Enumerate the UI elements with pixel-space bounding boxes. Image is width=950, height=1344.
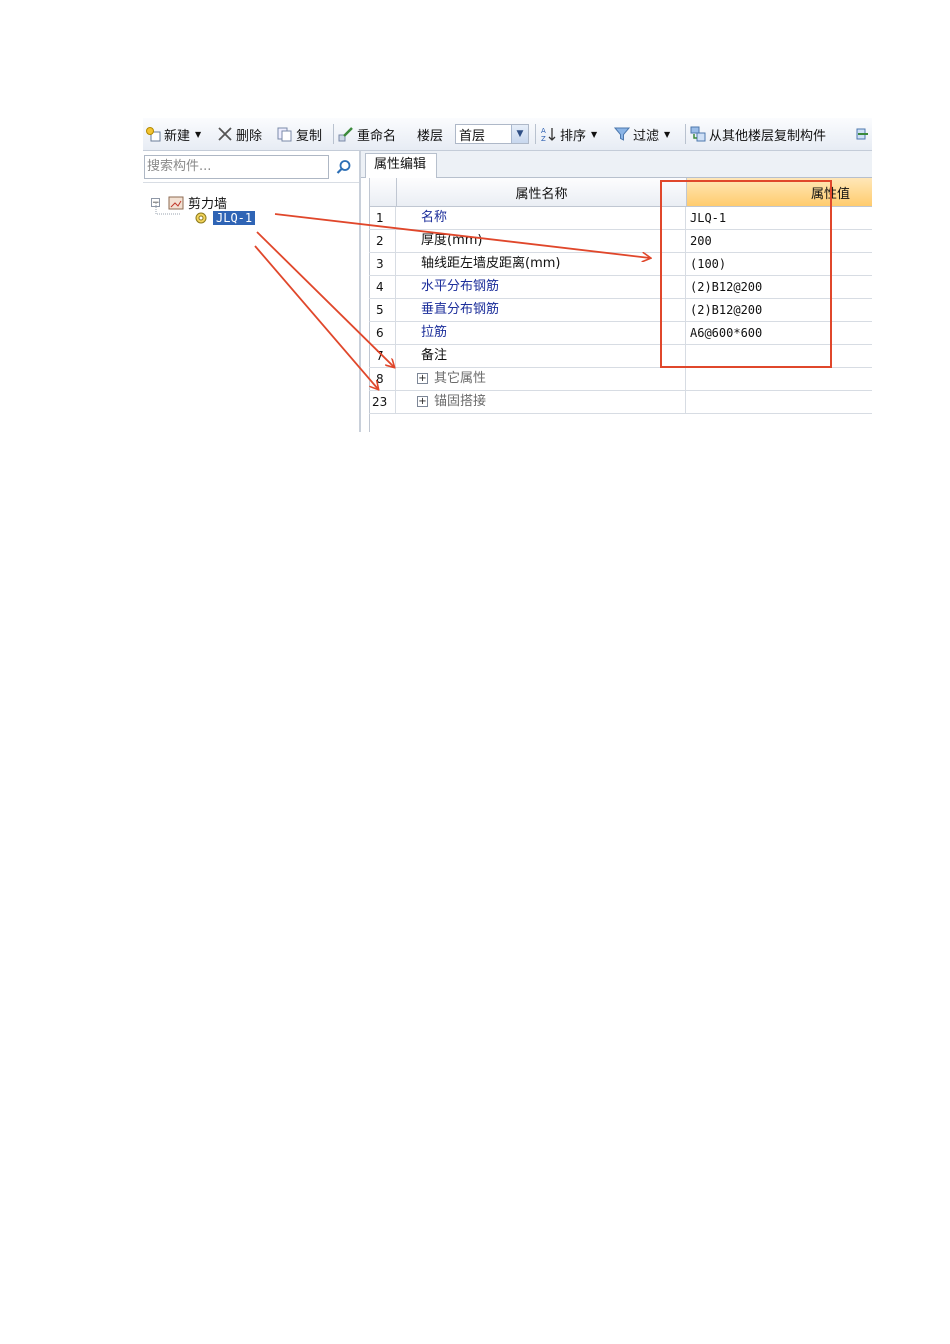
row-number: 8 [369,368,396,390]
delete-label: 删除 [236,128,263,144]
component-gear-icon [193,210,209,226]
tab-strip: 属性编辑 [361,151,872,178]
svg-text:A: A [541,127,546,135]
chevron-down-icon: ▼ [591,129,598,139]
copy-from-floor-icon [690,126,706,142]
header-property-name: 属性名称 [397,178,687,206]
chevron-down-icon: ▼ [195,129,202,139]
rename-label: 重命名 [357,128,397,144]
copy-to-floor-icon [855,126,871,142]
property-value[interactable]: A6@600*600 [687,322,872,344]
filter-button[interactable]: 过滤 ▼ [613,124,671,144]
property-value[interactable] [687,345,872,367]
copy-label: 复制 [296,128,323,144]
property-value[interactable]: JLQ-1 [687,207,872,229]
header-row-number [369,178,397,206]
row-number: 23 [369,391,396,413]
row-number: 5 [369,299,396,321]
row-number: 1 [369,207,396,229]
rename-button[interactable]: 重命名 [338,124,396,144]
toolbar: 新建 ▼ 删除 复制 重命名 楼层 首层 ▼ A Z 排序 ▼ 过滤 ▼ 从其他… [143,118,872,151]
property-group-row[interactable]: 23 + 锚固搭接 [369,391,872,414]
property-name: 名称 [397,207,686,229]
delete-button[interactable]: 删除 [217,124,262,144]
expand-icon[interactable]: + [417,373,428,384]
floor-label: 楼层 [417,124,443,144]
group-label: 锚固搭接 [434,394,487,409]
property-group-name: + 其它属性 [397,368,686,390]
row-number: 6 [369,322,396,344]
new-icon [145,126,161,142]
component-tree-panel: 搜索构件... − 剪力墙 JLQ-1 [143,151,361,432]
property-value[interactable]: (2)B12@200 [687,276,872,298]
toolbar-divider [333,124,334,144]
tree-node-jlq-1[interactable]: JLQ-1 [193,210,256,226]
chevron-down-icon[interactable]: ▼ [511,125,528,143]
property-row[interactable]: 7 备注 [369,345,872,368]
tree-connector [155,203,181,215]
software-screenshot: 新建 ▼ 删除 复制 重命名 楼层 首层 ▼ A Z 排序 ▼ 过滤 ▼ 从其他… [143,118,872,432]
floor-value: 首层 [459,128,486,144]
property-name: 垂直分布钢筋 [397,299,686,321]
tab-property-edit[interactable]: 属性编辑 [365,153,438,178]
property-row[interactable]: 2 厚度(mm) 200 [369,230,872,253]
property-value[interactable]: (100) [687,253,872,275]
floor-label-text: 楼层 [417,128,444,144]
new-label: 新建 [164,128,191,144]
sort-button[interactable]: AZ 排序 ▼ [541,124,597,144]
property-value [687,368,872,390]
grid-header: 属性名称 属性值 [369,178,872,207]
toolbar-divider [685,124,686,144]
property-value[interactable]: 200 [687,230,872,252]
copy-from-floor-button[interactable]: 从其他楼层复制构件 [690,124,826,144]
copy-icon [277,126,293,142]
property-name: 轴线距左墙皮距离(mm) [397,253,686,275]
row-number: 3 [369,253,396,275]
group-label: 其它属性 [434,371,487,386]
chevron-down-icon: ▼ [664,129,671,139]
toolbar-divider [535,124,536,144]
sort-label: 排序 [560,128,587,144]
more-toolbar-button[interactable] [855,124,871,144]
property-group-name: + 锚固搭接 [397,391,686,413]
property-row[interactable]: 4 水平分布钢筋 (2)B12@200 [369,276,872,299]
copy-button[interactable]: 复制 [277,124,322,144]
divider [143,182,359,183]
search-icon[interactable] [332,155,356,179]
row-number: 7 [369,345,396,367]
property-row[interactable]: 3 轴线距左墙皮距离(mm) (100) [369,253,872,276]
copy-from-floor-label: 从其他楼层复制构件 [709,128,827,144]
tree-selected-label: JLQ-1 [213,211,256,225]
property-group-row[interactable]: 8 + 其它属性 [369,368,872,391]
svg-text:Z: Z [541,135,546,142]
property-name: 拉筋 [397,322,686,344]
floor-select[interactable]: 首层 ▼ [455,124,529,144]
header-property-value: 属性值 [687,178,872,206]
search-input[interactable]: 搜索构件... [144,155,329,179]
property-name: 备注 [397,345,686,367]
property-name: 厚度(mm) [397,230,686,252]
rename-icon [338,126,354,142]
new-button[interactable]: 新建 ▼ [145,124,201,144]
delete-icon [217,126,233,142]
filter-icon [613,126,631,142]
sort-icon: AZ [541,126,557,143]
property-row[interactable]: 1 名称 JLQ-1 [369,207,872,230]
property-name: 水平分布钢筋 [397,276,686,298]
row-number: 4 [369,276,396,298]
expand-icon[interactable]: + [417,396,428,407]
filter-label: 过滤 [633,128,660,144]
property-row[interactable]: 5 垂直分布钢筋 (2)B12@200 [369,299,872,322]
property-value[interactable]: (2)B12@200 [687,299,872,321]
property-row[interactable]: 6 拉筋 A6@600*600 [369,322,872,345]
property-value [687,391,872,413]
row-number: 2 [369,230,396,252]
